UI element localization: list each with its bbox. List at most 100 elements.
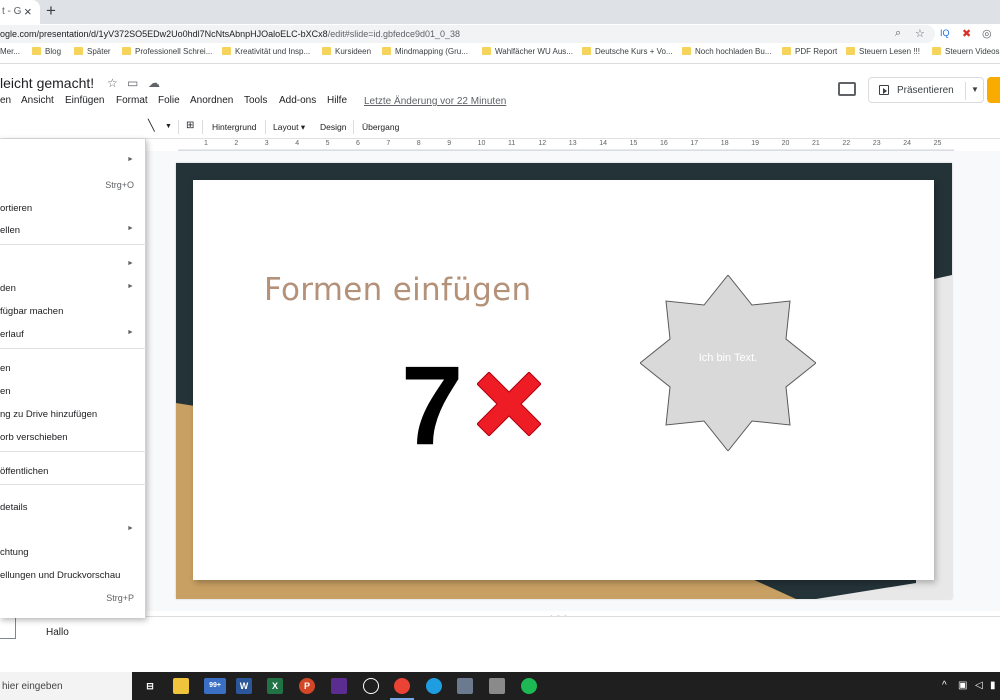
bookmark-item[interactable]: PDF Report: [782, 47, 837, 56]
bookmark-item[interactable]: Steuern Videos: [932, 47, 1000, 56]
menu-item[interactable]: chtung: [0, 542, 146, 562]
taskview-icon[interactable]: ⊟: [142, 678, 158, 694]
submenu-arrow-icon: ►: [127, 329, 134, 336]
menu-item-label: ellungen und Druckvorschau: [0, 570, 121, 581]
slide-title[interactable]: Formen einfügen: [264, 272, 531, 308]
bookmark-item[interactable]: Noch hochladen Bu...: [682, 47, 772, 56]
network-icon[interactable]: ▣: [958, 680, 967, 691]
clock-icon[interactable]: [363, 678, 379, 694]
notes-icon[interactable]: [489, 678, 505, 694]
bookmark-item[interactable]: Kreativität und Insp...: [222, 47, 310, 56]
extension-iq-icon[interactable]: IQ: [940, 28, 950, 38]
word-icon[interactable]: W: [236, 678, 252, 694]
extension-globe-icon[interactable]: ◎: [982, 27, 992, 40]
divider: [178, 120, 179, 134]
bookmark-item[interactable]: Später: [74, 47, 111, 56]
red-cross-shape[interactable]: [477, 372, 541, 436]
app-icon[interactable]: [331, 678, 347, 694]
menu-hilfe[interactable]: Hilfe: [327, 95, 347, 106]
share-button[interactable]: [987, 77, 1000, 103]
zoom-icon[interactable]: ⌕: [895, 27, 901, 40]
tray-chevron-icon[interactable]: ^: [942, 680, 947, 691]
speaker-notes-text[interactable]: Hallo: [46, 627, 69, 638]
address-bar[interactable]: ogle.com/presentation/d/1yV372SO5EDw2Uo0…: [0, 25, 935, 43]
volume-icon[interactable]: ◁: [975, 680, 983, 691]
layout-button[interactable]: Layout ▾: [273, 122, 305, 133]
browser-tab[interactable]: t - G ×: [0, 0, 40, 24]
menu-tools[interactable]: Tools: [244, 95, 267, 106]
menu-item[interactable]: ►: [0, 255, 146, 275]
background-button[interactable]: Hintergrund: [212, 122, 256, 132]
mail-icon[interactable]: 99+: [204, 678, 226, 694]
bookmark-item[interactable]: Mer...: [0, 47, 20, 56]
menu-item[interactable]: ►: [0, 151, 146, 171]
menu-item[interactable]: ng zu Drive hinzufügen: [0, 404, 146, 424]
menu-item-label: erlauf: [0, 329, 24, 340]
ruler-tick-label: 2: [234, 140, 239, 147]
menu-item[interactable]: den ►: [0, 278, 146, 298]
menu-separator: [0, 451, 146, 452]
menu-item[interactable]: erlauf ►: [0, 324, 146, 344]
chrome-icon[interactable]: [390, 678, 414, 700]
chevron-down-icon[interactable]: ▼: [165, 123, 172, 130]
menu-item[interactable]: Strg+P: [0, 588, 146, 608]
new-tab-icon[interactable]: +: [46, 1, 56, 21]
menu-item[interactable]: en: [0, 358, 146, 378]
menu-item[interactable]: Strg+O: [0, 175, 146, 195]
calculator-icon[interactable]: [457, 678, 473, 694]
menu-ansicht[interactable]: Ansicht: [21, 95, 54, 106]
star-icon[interactable]: ☆: [107, 76, 118, 90]
slide-thumbnail[interactable]: [0, 617, 16, 639]
transition-button[interactable]: Übergang: [362, 122, 399, 132]
menu-item[interactable]: ellen ►: [0, 220, 146, 240]
bookmark-star-icon[interactable]: ☆: [915, 27, 925, 40]
bookmark-item[interactable]: Deutsche Kurs + Vo...: [582, 47, 673, 56]
menu-addons[interactable]: Add-ons: [279, 95, 316, 106]
bookmark-item[interactable]: Professionell Schrei...: [122, 47, 212, 56]
document-title[interactable]: leicht gemacht!: [0, 75, 94, 91]
powerpoint-icon[interactable]: P: [299, 678, 315, 694]
bookmark-item[interactable]: Kursideen: [322, 47, 371, 56]
battery-icon[interactable]: ▮: [990, 680, 996, 691]
explorer-icon[interactable]: [173, 678, 189, 694]
excel-icon[interactable]: X: [267, 678, 283, 694]
menu-item[interactable]: en: [0, 381, 146, 401]
present-button[interactable]: Präsentieren ▼: [868, 77, 984, 103]
edge-icon[interactable]: [426, 678, 442, 694]
speaker-notes[interactable]: Hallo: [36, 616, 1000, 672]
taskbar-search[interactable]: hier eingeben: [0, 672, 132, 700]
design-button[interactable]: Design: [320, 122, 346, 132]
spotify-icon[interactable]: [521, 678, 537, 694]
shape-text[interactable]: Ich bin Text.: [640, 352, 816, 364]
menu-item-label: orb verschieben: [0, 432, 68, 443]
bookmark-item[interactable]: Blog: [32, 47, 61, 56]
menu-item[interactable]: fügbar machen: [0, 301, 146, 321]
menu-item-label: ng zu Drive hinzufügen: [0, 409, 98, 420]
bookmark-item[interactable]: Mindmapping (Gru...: [382, 47, 468, 56]
bookmark-item[interactable]: Wahlfächer WU Aus...: [482, 47, 573, 56]
line-tool-icon[interactable]: ╲: [148, 119, 155, 132]
move-folder-icon[interactable]: ▭: [127, 76, 138, 90]
close-icon[interactable]: ×: [24, 4, 32, 19]
menu-folie[interactable]: Folie: [158, 95, 180, 106]
bookmark-item[interactable]: Steuern Lesen !!!: [846, 47, 920, 56]
menu-format[interactable]: Format: [116, 95, 148, 106]
menu-item[interactable]: orb verschieben: [0, 427, 146, 447]
menu-item[interactable]: ortieren: [0, 198, 146, 218]
menu-item[interactable]: öffentlichen: [0, 461, 146, 481]
submenu-arrow-icon: ►: [127, 225, 134, 232]
number-seven[interactable]: 7: [401, 350, 463, 462]
menu-item[interactable]: details: [0, 497, 146, 517]
comments-icon[interactable]: [838, 82, 856, 96]
menu-item[interactable]: ellungen und Druckvorschau: [0, 565, 146, 585]
last-edit-link[interactable]: Letzte Änderung vor 22 Minuten: [364, 96, 506, 107]
add-comment-icon[interactable]: ⊞: [186, 120, 194, 131]
menu-item[interactable]: ►: [0, 520, 146, 540]
chevron-down-icon[interactable]: ▼: [971, 85, 979, 94]
menu-einfuegen[interactable]: Einfügen: [65, 95, 104, 106]
menu-separator: [0, 348, 146, 349]
menu-anordnen[interactable]: Anordnen: [190, 95, 233, 106]
menu-bearbeiten[interactable]: en: [0, 95, 11, 106]
slide[interactable]: Formen einfügen 7 Ich bin Text.: [176, 163, 952, 599]
extension-x-icon[interactable]: ✖: [962, 27, 971, 40]
